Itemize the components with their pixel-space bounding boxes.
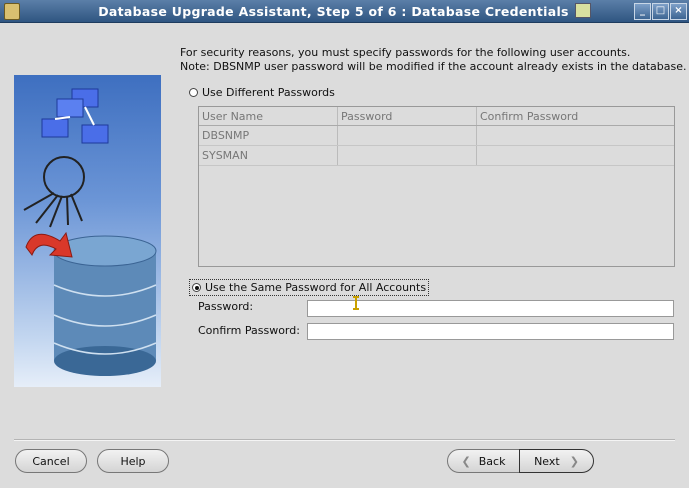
- next-button[interactable]: Next ❯: [519, 449, 594, 473]
- table-header: User Name Password Confirm Password: [199, 107, 674, 126]
- keyring-icon: [23, 156, 85, 228]
- title-bar[interactable]: Database Upgrade Assistant, Step 5 of 6 …: [0, 0, 689, 23]
- minimize-button[interactable]: _: [634, 3, 651, 20]
- use-same-password-radio[interactable]: Use the Same Password for All Accounts: [189, 279, 430, 296]
- window-stack-icon: [574, 3, 591, 18]
- cell-confirm-password[interactable]: [477, 126, 674, 145]
- table-row[interactable]: DBSNMP: [199, 126, 674, 146]
- close-button[interactable]: ×: [670, 3, 687, 20]
- wizard-illustration: [14, 75, 161, 387]
- cell-confirm-password[interactable]: [477, 146, 674, 165]
- confirm-password-input[interactable]: [307, 323, 674, 340]
- cell-password[interactable]: [338, 126, 477, 145]
- maximize-button[interactable]: □: [652, 3, 669, 20]
- minimize-icon: _: [640, 5, 645, 16]
- cell-user-name: DBSNMP: [199, 126, 338, 145]
- password-label: Password:: [198, 300, 254, 313]
- button-separator: [14, 439, 675, 441]
- cancel-button[interactable]: Cancel: [15, 449, 87, 473]
- header-confirm-password[interactable]: Confirm Password: [477, 107, 674, 125]
- text-cursor-icon: [353, 296, 359, 310]
- confirm-password-label: Confirm Password:: [198, 324, 300, 337]
- window-title: Database Upgrade Assistant, Step 5 of 6 …: [0, 3, 689, 19]
- use-different-passwords-radio[interactable]: Use Different Passwords: [189, 86, 335, 99]
- maximize-icon: □: [655, 5, 666, 16]
- chevron-right-icon: ❯: [569, 454, 579, 468]
- close-icon: ×: [674, 5, 683, 16]
- table-row[interactable]: SYSMAN: [199, 146, 674, 166]
- intro-text: For security reasons, you must specify p…: [180, 46, 687, 73]
- red-arrow-icon: [25, 231, 73, 258]
- help-button[interactable]: Help: [97, 449, 169, 473]
- back-button[interactable]: ❮ Back: [447, 449, 520, 473]
- cell-password[interactable]: [338, 146, 477, 165]
- radio-unselected-icon: [189, 88, 198, 97]
- cell-user-name: SYSMAN: [199, 146, 338, 165]
- accounts-table[interactable]: User Name Password Confirm Password DBSN…: [198, 106, 675, 267]
- chevron-left-icon: ❮: [461, 454, 471, 468]
- header-user-name[interactable]: User Name: [199, 107, 338, 125]
- database-keys-illustration: [23, 88, 157, 376]
- header-password[interactable]: Password: [338, 107, 477, 125]
- radio-selected-icon: [192, 283, 201, 292]
- password-input[interactable]: [307, 300, 674, 317]
- network-hierarchy-icon: [41, 88, 109, 144]
